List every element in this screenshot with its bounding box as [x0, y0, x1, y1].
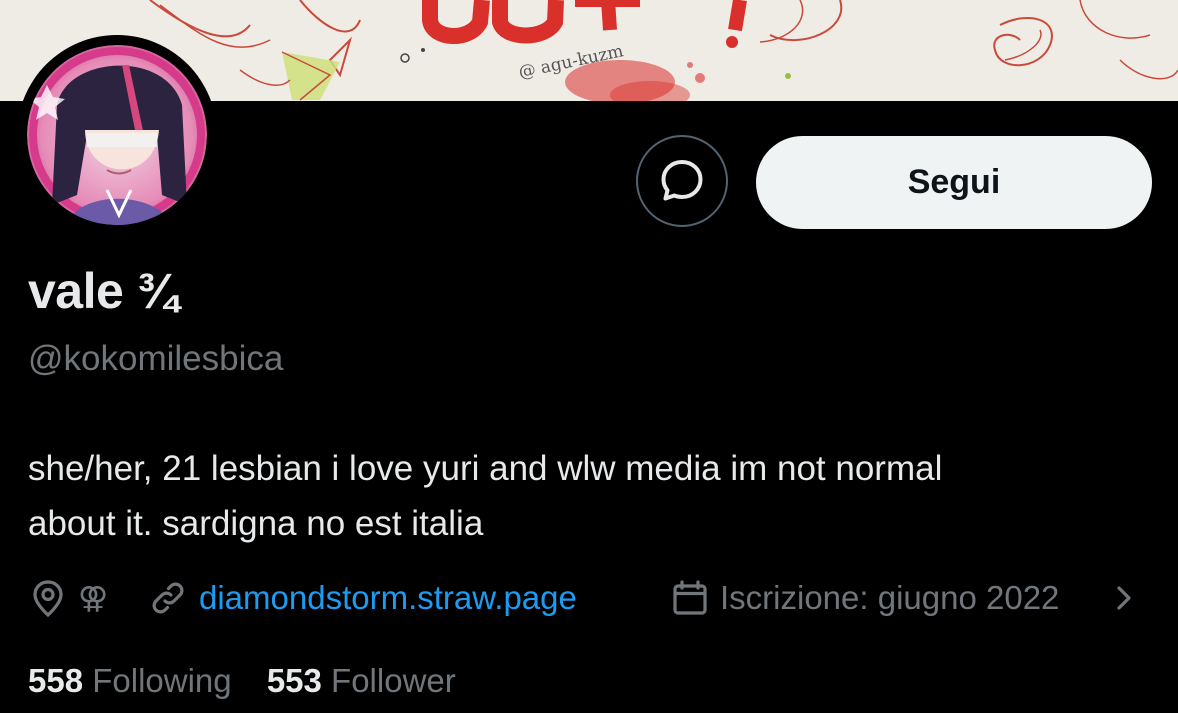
- calendar-icon: [670, 572, 710, 624]
- username-handle: @kokomilesbica: [28, 339, 284, 378]
- followers-stat[interactable]: 553 Follower: [267, 662, 456, 700]
- avatar-container[interactable]: [17, 35, 217, 235]
- following-count: 558: [28, 662, 84, 699]
- profile-meta-row: ⚢ diamondstorm.straw.page Iscrizione: gi…: [28, 572, 1168, 624]
- followers-label: Follower: [331, 662, 456, 699]
- followers-count: 553: [266, 662, 322, 699]
- profile-stats: 558 Following 553 Follower: [28, 662, 456, 700]
- bio-line: she/her, 21 lesbian i love yuri and wlw …: [28, 449, 943, 488]
- profile-bio: she/her, 21 lesbian i love yuri and wlw …: [28, 441, 1168, 551]
- following-stat[interactable]: 558 Following: [28, 662, 232, 700]
- chevron-right-icon[interactable]: [1110, 572, 1138, 624]
- location-text: ⚢: [78, 581, 109, 615]
- link-icon: [148, 572, 188, 624]
- website-link[interactable]: diamondstorm.straw.page: [199, 572, 577, 624]
- message-bubble-icon: [661, 160, 703, 201]
- avatar-image: [27, 45, 207, 225]
- display-name: vale ¾: [28, 263, 178, 319]
- avatar[interactable]: [27, 45, 207, 225]
- follow-button[interactable]: Segui: [756, 136, 1152, 229]
- join-date: Iscrizione: giugno 2022: [720, 579, 1060, 616]
- profile-page: @ agu-kuzm Segui vale ¾ @kokomilesbica s…: [0, 0, 1178, 713]
- following-label: Following: [92, 662, 232, 699]
- bio-line: about it. sardigna no est italia: [28, 504, 484, 543]
- location-pin-icon: [28, 572, 68, 624]
- message-button[interactable]: [636, 135, 728, 227]
